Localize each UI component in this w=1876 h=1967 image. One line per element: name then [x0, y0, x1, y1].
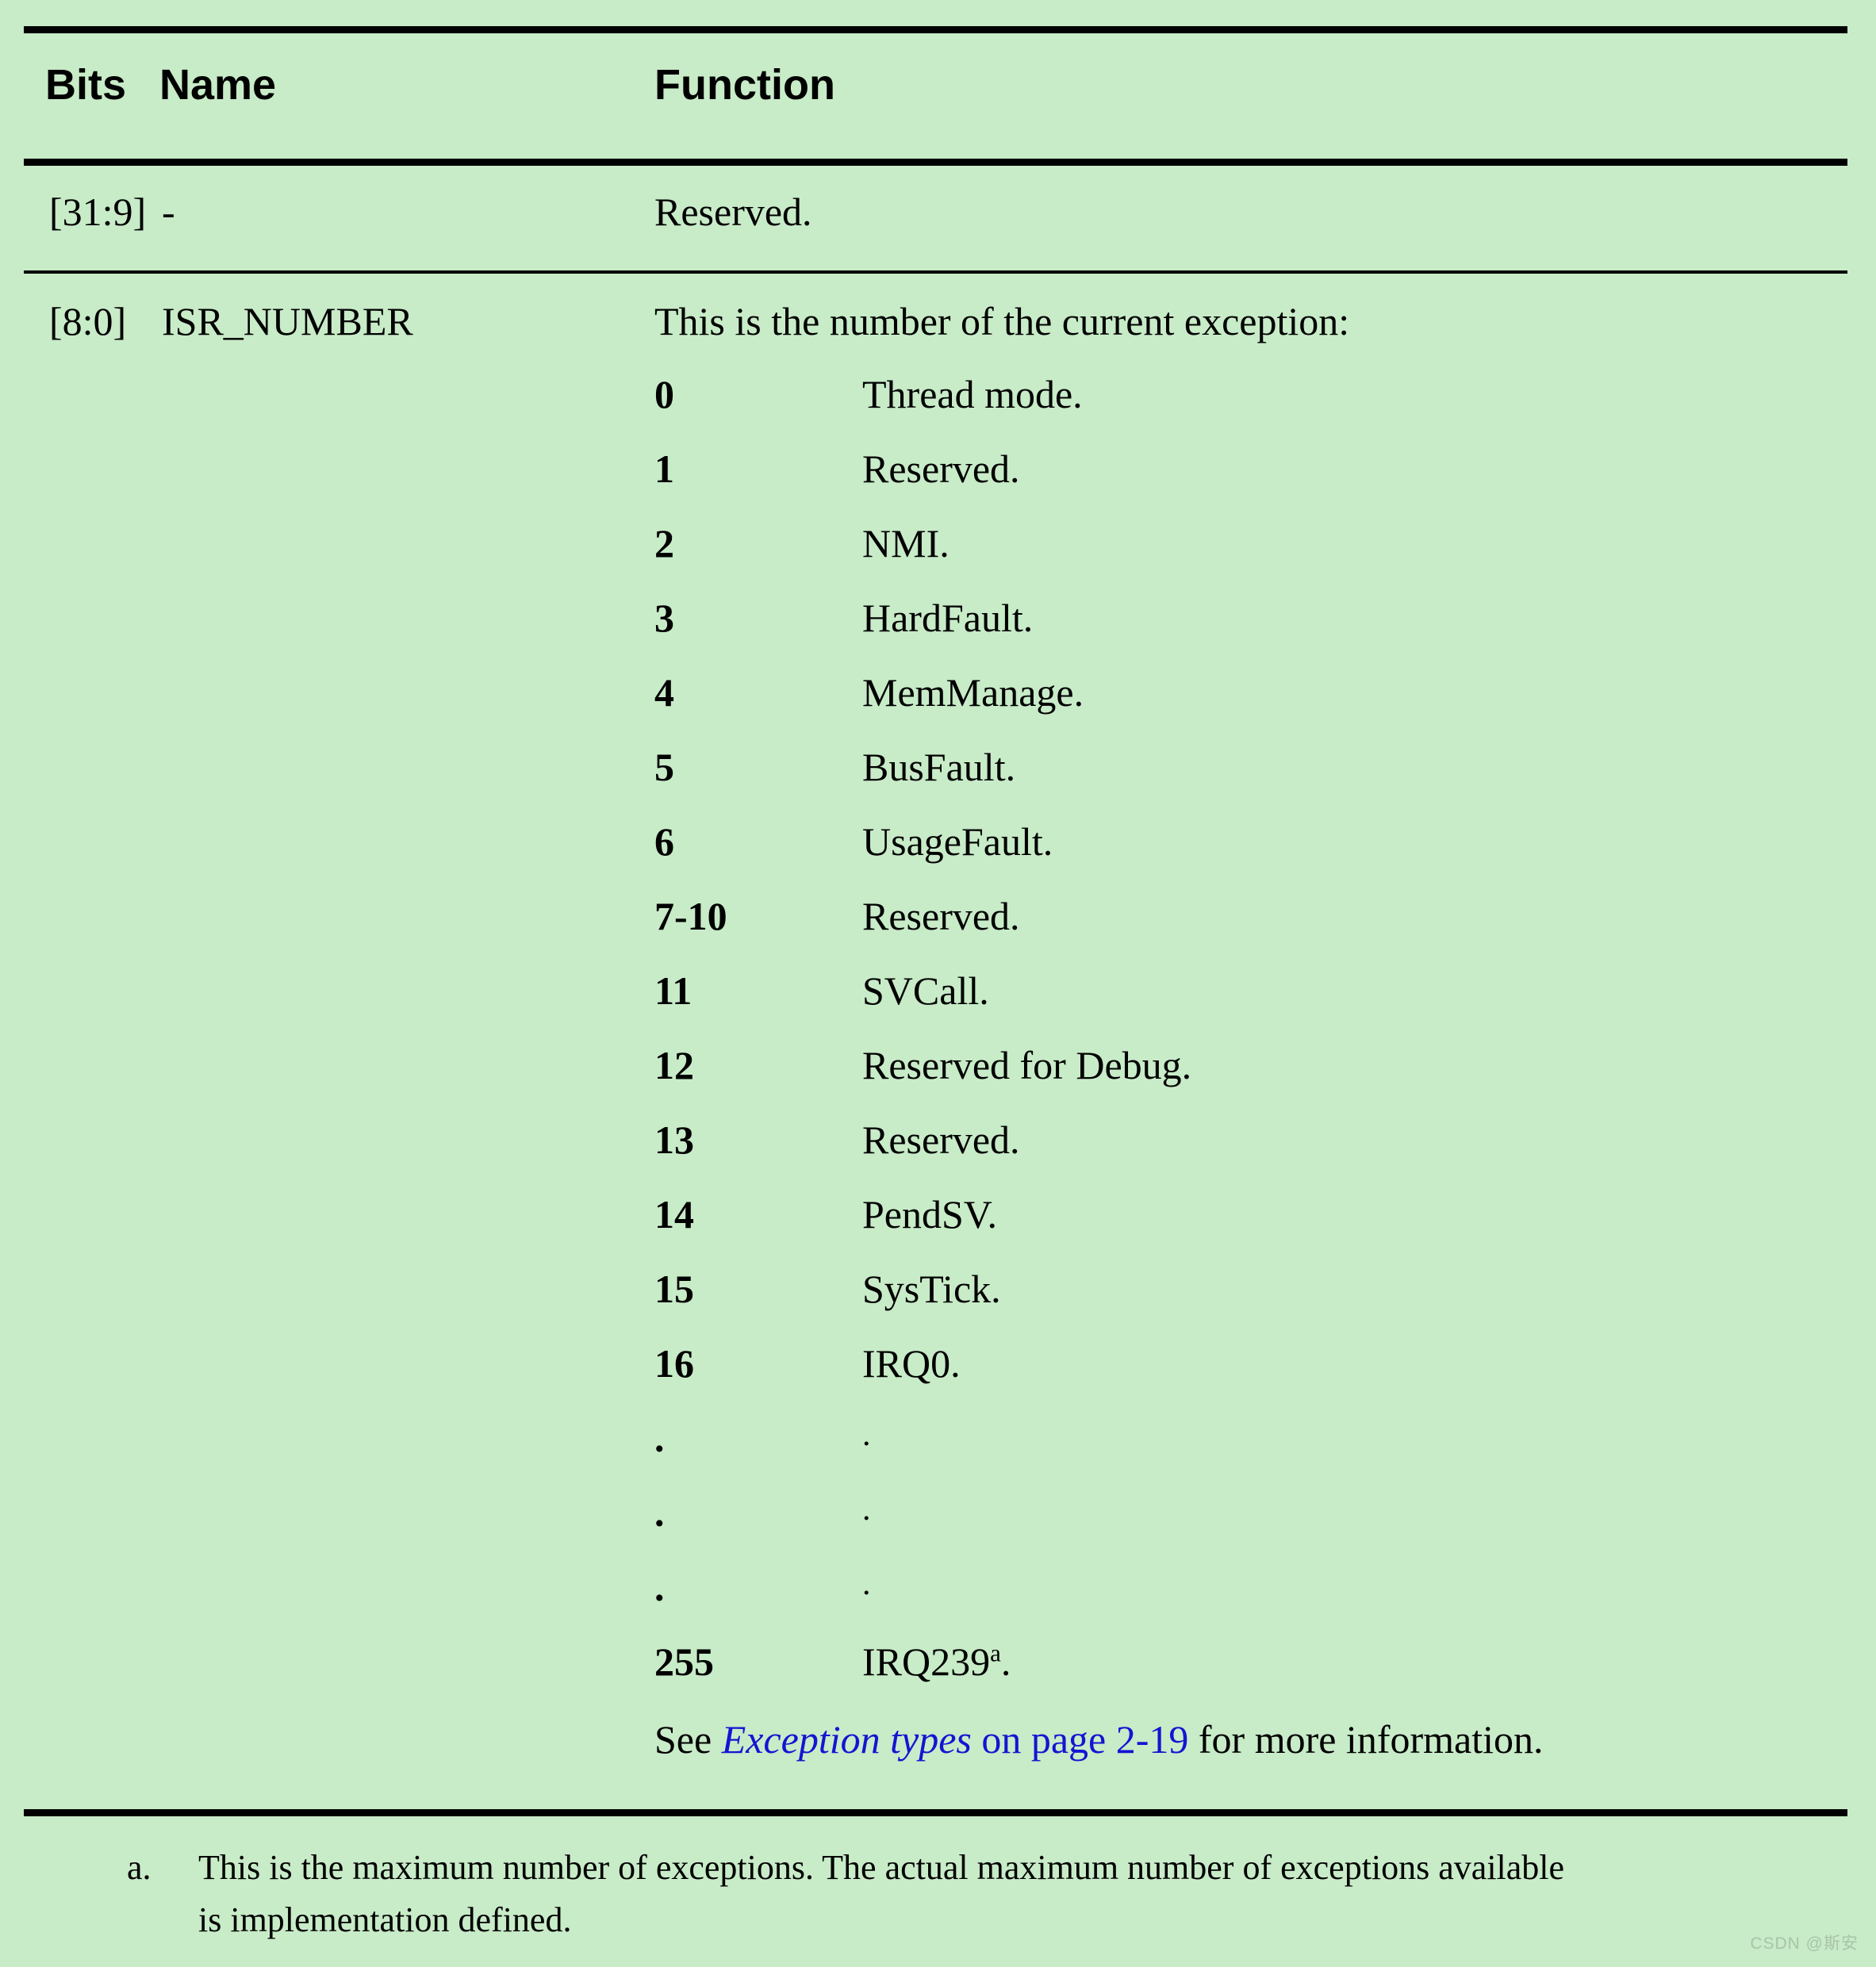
exception-description: . [862, 1417, 871, 1453]
exception-row: 15 SysTick. [654, 1269, 1765, 1344]
exception-row: 13 Reserved. [654, 1120, 1765, 1194]
exception-number: 1 [654, 447, 674, 491]
exception-description: SysTick. [862, 1267, 1001, 1311]
table-bottom-rule [24, 1809, 1847, 1816]
row-1-function-value: Reserved. [654, 190, 812, 234]
exception-description-base: IRQ239 [862, 1639, 991, 1684]
table-header-separator-rule [24, 159, 1847, 166]
exception-description: Reserved for Debug. [862, 1043, 1192, 1087]
exception-number: 16 [654, 1341, 694, 1386]
row-2-function-intro-text: This is the number of the current except… [654, 299, 1350, 343]
exception-number: 5 [654, 745, 674, 789]
csdn-watermark: CSDN @斯安 [1750, 1934, 1859, 1953]
exception-number: 15 [654, 1267, 694, 1311]
exception-description: Reserved. [862, 894, 1020, 938]
exception-row: 3 HardFault. [654, 598, 1765, 673]
row-2-bits-value: [8:0] [49, 299, 127, 343]
footnote-marker: a. [127, 1848, 152, 1887]
exception-number: . [654, 1565, 665, 1609]
footnote-reference-marker[interactable]: a [990, 1639, 1001, 1666]
exception-description: NMI. [862, 521, 950, 566]
cross-reference-lead: See [654, 1717, 722, 1762]
exception-row: 5 BusFault. [654, 747, 1765, 822]
exception-number: 3 [654, 596, 674, 640]
cross-reference-line: See Exception types on page 2-19 for mor… [654, 1720, 1544, 1759]
cross-reference-tail: for more information. [1188, 1717, 1544, 1762]
row-2-name-value: ISR_NUMBER [162, 299, 413, 343]
footnote-text: This is the maximum number of exceptions… [198, 1848, 1565, 1939]
exception-number: 255 [654, 1639, 714, 1684]
exception-number: 0 [654, 372, 674, 416]
column-header-bits: Bits [45, 61, 127, 109]
cross-reference-link-page[interactable]: on page 2-19 [972, 1717, 1188, 1762]
exception-row: 6 UsageFault. [654, 822, 1765, 896]
exception-number: 14 [654, 1192, 694, 1237]
exception-description: Reserved. [862, 447, 1020, 491]
footnote: a. This is the maximum number of excepti… [127, 1842, 1594, 1946]
exception-description: Thread mode. [862, 372, 1083, 416]
exception-number-list: 0 Thread mode. 1 Reserved. 2 NMI. 3 HardFault. 4… [654, 374, 1765, 1716]
row-1-name-value: - [162, 190, 175, 234]
exception-continuation-row: .. [654, 1418, 1765, 1493]
exception-description: . [862, 1566, 871, 1602]
exception-number: 7-10 [654, 894, 727, 938]
exception-description: . [862, 1491, 871, 1528]
exception-row: 0 Thread mode. [654, 374, 1765, 449]
exception-continuation-row: .. [654, 1567, 1765, 1642]
table-top-rule [24, 26, 1847, 33]
exception-number: 13 [654, 1118, 694, 1162]
cross-reference-link-title[interactable]: Exception types [722, 1717, 972, 1762]
row-1-bits-value: [31:9] [49, 190, 147, 234]
exception-row: 7-10 Reserved. [654, 896, 1765, 971]
exception-description: MemManage. [862, 670, 1084, 715]
exception-number: 12 [654, 1043, 694, 1087]
exception-number: 11 [654, 968, 692, 1013]
exception-row: 1 Reserved. [654, 449, 1765, 523]
register-bit-assignment-table: Bits Name Function [31:9] - Reserved. [8… [0, 0, 1876, 1967]
exception-number: 4 [654, 670, 674, 715]
exception-description: IRQ239a. [862, 1639, 1011, 1684]
exception-description: SVCall. [862, 968, 989, 1013]
exception-continuation-row: .. [654, 1493, 1765, 1567]
exception-row: 255 IRQ239a. [654, 1639, 1765, 1716]
exception-number: . [654, 1490, 665, 1535]
exception-description: HardFault. [862, 596, 1034, 640]
exception-description: BusFault. [862, 745, 1016, 789]
table-row-separator-rule [24, 270, 1847, 274]
exception-description: PendSV. [862, 1192, 997, 1237]
column-header-name: Name [159, 61, 277, 109]
exception-row: 4 MemManage. [654, 673, 1765, 747]
exception-number: 2 [654, 521, 674, 566]
exception-description: Reserved. [862, 1118, 1020, 1162]
column-header-function: Function [654, 61, 835, 109]
exception-description-suffix: . [1000, 1639, 1011, 1684]
exception-description: IRQ0. [862, 1341, 961, 1386]
exception-row: 11 SVCall. [654, 971, 1765, 1045]
exception-row: 14 PendSV. [654, 1194, 1765, 1269]
exception-description: UsageFault. [862, 819, 1053, 864]
exception-row: 16 IRQ0. [654, 1344, 1765, 1418]
exception-number: 6 [654, 819, 674, 864]
exception-row: 2 NMI. [654, 523, 1765, 598]
exception-row: 12 Reserved for Debug. [654, 1045, 1765, 1120]
exception-number: . [654, 1416, 665, 1460]
